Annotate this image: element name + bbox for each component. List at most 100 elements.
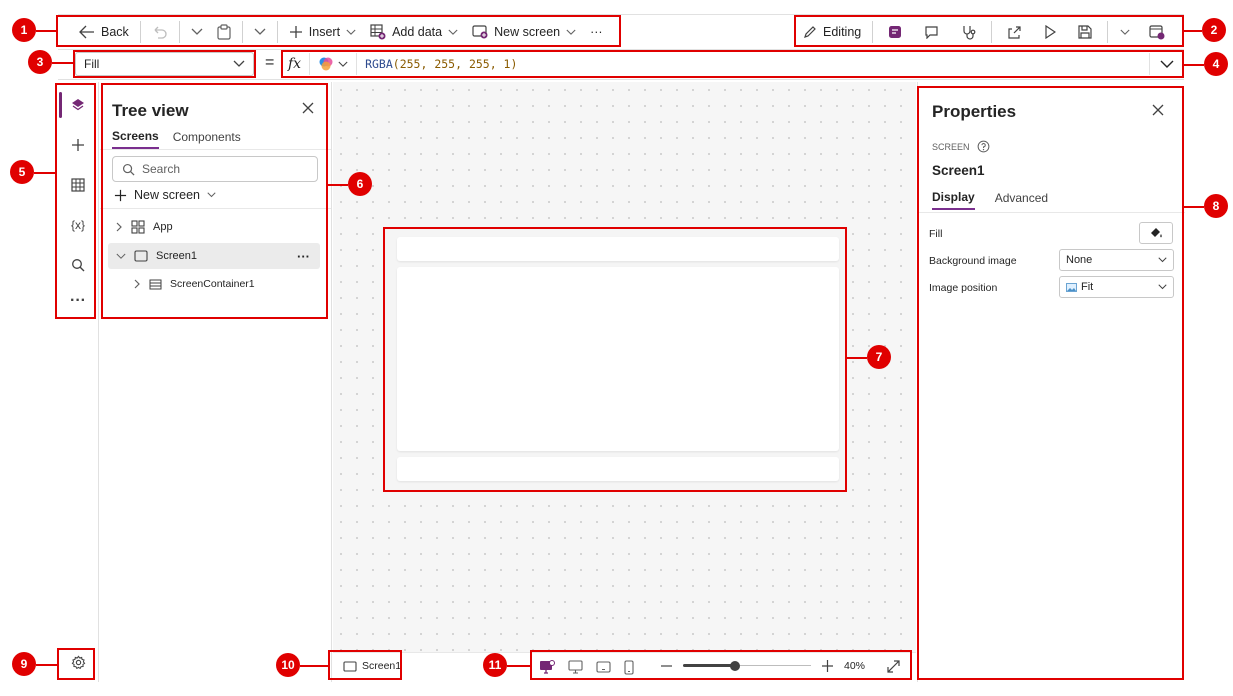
tree-item-screencontainer1[interactable]: ScreenContainer1 [134, 273, 320, 295]
separator [991, 21, 993, 43]
annotation-leader [34, 172, 55, 174]
background-image-dropdown[interactable]: None [1059, 249, 1174, 271]
annotation-badge: 8 [1204, 194, 1228, 218]
properties-title: Properties [932, 102, 1017, 121]
tab-screens[interactable]: Screens [112, 129, 159, 149]
zoom-slider[interactable] [683, 659, 811, 673]
tree-view-nav-button[interactable] [58, 88, 98, 122]
fill-color-picker[interactable] [1139, 222, 1173, 244]
back-button[interactable]: Back [72, 18, 136, 46]
close-icon [302, 102, 314, 114]
tree-search-input[interactable]: Search [112, 156, 318, 182]
annotation-leader [36, 30, 56, 32]
annotation-leader [1184, 64, 1204, 66]
help-icon[interactable] [977, 140, 990, 153]
divider [918, 212, 1185, 213]
tab-display[interactable]: Display [932, 190, 975, 210]
layers-icon [70, 97, 86, 113]
more-nav-button[interactable]: ··· [58, 284, 98, 318]
insert-button[interactable]: Insert [282, 18, 363, 46]
new-screen-button[interactable]: New screen [465, 18, 583, 46]
tab-components[interactable]: Components [173, 130, 241, 148]
annotation-leader [847, 357, 867, 359]
paste-dropdown-button[interactable] [247, 18, 273, 46]
background-image-value: None [1066, 254, 1093, 266]
copilot-formula-button[interactable] [310, 53, 358, 75]
arrow-left-icon [79, 25, 95, 39]
chevron-down-icon [1158, 284, 1167, 290]
comments-button[interactable] [913, 18, 950, 46]
desktop-view-button[interactable] [568, 660, 583, 674]
variables-icon: {x} [70, 218, 85, 232]
share-button[interactable] [996, 18, 1033, 46]
properties-pane: Properties SCREEN Screen1 Display Advanc… [917, 82, 1185, 682]
editing-label: Editing [823, 25, 862, 39]
add-data-button[interactable]: Add data [363, 18, 465, 46]
formula-input[interactable]: fx RGBA (255, 255, 255, 1) [280, 50, 1184, 78]
image-position-dropdown[interactable]: Fit [1059, 276, 1174, 298]
formula-arguments: (255, 255, 255, 1) [392, 57, 518, 71]
tab-advanced[interactable]: Advanced [995, 191, 1048, 209]
separator [276, 21, 278, 43]
plus-icon [71, 138, 85, 152]
save-button[interactable] [1067, 18, 1103, 46]
back-label: Back [101, 25, 129, 39]
undo-button[interactable] [145, 18, 175, 46]
annotation-leader [52, 62, 73, 64]
zoom-in-button[interactable] [821, 659, 834, 673]
chevron-down-icon [1158, 257, 1167, 263]
publish-button[interactable] [1138, 18, 1176, 46]
stethoscope-icon [961, 25, 976, 40]
save-dropdown-button[interactable] [1112, 18, 1138, 46]
insert-label: Insert [308, 25, 341, 39]
selected-screen-name: Screen1 [932, 163, 985, 178]
annotation-leader [300, 665, 328, 667]
app-grid-icon [131, 220, 145, 234]
more-commands-button[interactable]: ··· [583, 18, 610, 46]
expand-formula-button[interactable] [1149, 53, 1184, 75]
property-dropdown[interactable]: Fill [75, 52, 254, 76]
device-view-group [539, 659, 634, 675]
canvas-area[interactable] [333, 82, 916, 652]
screen-selector[interactable]: Screen1 [343, 660, 401, 672]
tree-item-screen1[interactable]: Screen1 ··· [108, 243, 320, 269]
tablet-view-button[interactable] [596, 661, 611, 673]
new-screen-tree-button[interactable]: New screen [114, 188, 216, 202]
image-icon [1066, 282, 1077, 292]
close-icon [1152, 104, 1164, 116]
search-nav-button[interactable] [58, 248, 98, 282]
phone-view-button[interactable] [624, 659, 634, 675]
screen-selector-label: Screen1 [362, 660, 402, 672]
data-nav-button[interactable] [58, 168, 98, 202]
footer-container[interactable] [397, 457, 839, 481]
image-position-label: Image position [929, 282, 998, 294]
main-container[interactable] [397, 267, 839, 451]
screen-container[interactable] [384, 229, 846, 491]
settings-button[interactable] [58, 645, 98, 679]
tree-item-app[interactable]: App [108, 215, 320, 239]
command-bar: Back Insert Add data New screen ··· Edit… [58, 14, 1184, 50]
zoom-out-button[interactable] [660, 659, 673, 673]
close-tree-view-button[interactable] [302, 102, 314, 114]
zoom-slider-thumb[interactable] [730, 661, 741, 671]
app-checker-button[interactable] [950, 18, 987, 46]
copilot-button[interactable] [877, 18, 913, 46]
header-container[interactable] [397, 237, 839, 261]
more-icon[interactable]: ··· [297, 249, 310, 264]
annotation-badge: 2 [1202, 18, 1226, 42]
paste-button[interactable] [210, 18, 238, 46]
undo-dropdown-button[interactable] [184, 18, 210, 46]
responsive-view-button[interactable] [539, 659, 555, 675]
play-icon [1044, 25, 1057, 39]
chevron-down-icon [233, 60, 245, 68]
equals-sign: = [265, 54, 275, 71]
preview-button[interactable] [1033, 18, 1067, 46]
insert-nav-button[interactable] [58, 128, 98, 162]
more-icon: ··· [590, 25, 603, 39]
variables-nav-button[interactable]: {x} [58, 208, 98, 242]
editing-button[interactable]: Editing [796, 18, 868, 46]
close-properties-button[interactable] [1152, 104, 1164, 116]
annotation-leader [36, 664, 57, 666]
new-screen-tree-label: New screen [134, 188, 200, 202]
fit-to-window-button[interactable] [887, 659, 900, 673]
